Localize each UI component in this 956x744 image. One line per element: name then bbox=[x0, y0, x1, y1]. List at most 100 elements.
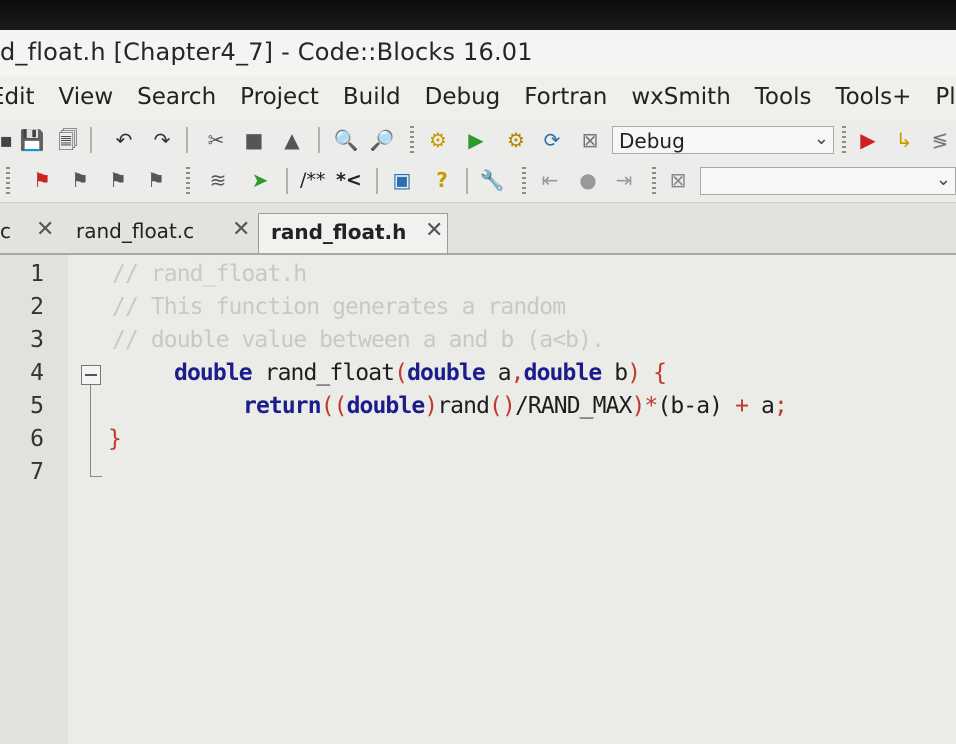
code-line-3: // double value between a and b (a<b). bbox=[112, 327, 605, 353]
menu-fortran[interactable]: Fortran bbox=[524, 84, 607, 110]
line-number: 5 bbox=[30, 393, 44, 419]
window-icon[interactable]: ▣ bbox=[390, 168, 414, 192]
code-line-5: return((double)rand()/RAND_MAX)*(b-a) + … bbox=[243, 393, 788, 419]
search-combo[interactable]: ⌄ bbox=[700, 167, 956, 195]
title-bar: d_float.h [Chapter4_7] - Code::Blocks 16… bbox=[0, 30, 956, 76]
rand-parens: () bbox=[489, 393, 516, 419]
jump-back-icon[interactable]: ⇤ bbox=[538, 168, 562, 192]
menu-tools[interactable]: Tools bbox=[755, 84, 812, 110]
menu-view[interactable]: View bbox=[59, 84, 114, 110]
close-box-icon[interactable]: ⊠ bbox=[666, 168, 690, 192]
line-number: 3 bbox=[30, 327, 44, 353]
prev-bookmark-icon[interactable]: ⚑ bbox=[68, 168, 92, 192]
toolbar-grip bbox=[522, 167, 526, 195]
keyword-double: double bbox=[407, 360, 486, 386]
next-line-icon[interactable]: ≶ bbox=[928, 128, 952, 152]
fold-margin bbox=[68, 255, 108, 744]
run-icon[interactable]: ▶ bbox=[464, 128, 488, 152]
next-bookmark-icon[interactable]: ⚑ bbox=[106, 168, 130, 192]
code-line-1: // rand_float.h bbox=[112, 261, 307, 287]
build-target-select[interactable]: Debug ⌄ bbox=[612, 126, 834, 154]
code-line-4: double rand_float(double a,double b) { bbox=[174, 360, 667, 386]
paren-open: ( bbox=[394, 360, 408, 386]
copy-icon[interactable]: ■ bbox=[242, 128, 266, 152]
clear-bookmarks-icon[interactable]: ⚑ bbox=[144, 168, 168, 192]
param-b: b bbox=[614, 360, 628, 386]
fold-guide bbox=[90, 385, 91, 477]
build-and-run-icon[interactable]: ⚙ bbox=[504, 128, 528, 152]
toolbar-separator bbox=[286, 168, 288, 194]
new-file-icon[interactable]: ▪ bbox=[0, 128, 18, 152]
menu-edit[interactable]: Edit bbox=[0, 84, 35, 110]
editor-tab-bar: c ✕ rand_float.c ✕ rand_float.h ✕ bbox=[0, 203, 956, 255]
run-to-cursor-icon[interactable]: ↳ bbox=[892, 128, 916, 152]
param-a: a bbox=[497, 360, 512, 386]
keyword-return: return bbox=[243, 393, 322, 419]
toolbar-grip bbox=[6, 167, 10, 195]
fold-collapse-icon[interactable] bbox=[81, 365, 101, 385]
rand-call: rand bbox=[437, 393, 490, 419]
compiler-stack-icon[interactable]: ≋ bbox=[206, 168, 230, 192]
function-name: rand_float bbox=[264, 360, 395, 386]
main-toolbar: ▪ 💾 🗐 ↶ ↷ ✂ ■ ▲ 🔍 🔎 ⚙ ▶ ⚙ ⟳ ⊠ Debug ⌄ ▶ … bbox=[0, 120, 956, 161]
screen-bezel bbox=[0, 0, 956, 30]
close-icon[interactable]: ✕ bbox=[425, 218, 443, 243]
cut-icon[interactable]: ✂ bbox=[204, 128, 228, 152]
close-icon[interactable]: ✕ bbox=[36, 217, 54, 242]
tab-label: rand_float.h bbox=[271, 220, 407, 244]
line-number: 2 bbox=[30, 294, 44, 320]
step-into-icon[interactable]: ➤ bbox=[248, 168, 272, 192]
secondary-toolbar: ⚑ ⚑ ⚑ ⚑ ≋ ➤ /** *< ▣ ? 🔧 ⇤ ● ⇥ ⊠ ⌄ bbox=[0, 160, 956, 203]
toolbar-grip bbox=[186, 167, 190, 195]
menu-debug[interactable]: Debug bbox=[425, 84, 501, 110]
plus-operator: + bbox=[735, 393, 749, 419]
close-icon[interactable]: ✕ bbox=[232, 217, 250, 242]
toggle-bookmark-icon[interactable]: ⚑ bbox=[30, 168, 54, 192]
tab-partial-c[interactable]: c ✕ bbox=[0, 213, 62, 253]
comma: , bbox=[510, 360, 525, 386]
help-icon[interactable]: ? bbox=[430, 168, 454, 192]
debug-start-icon[interactable]: ▶ bbox=[856, 128, 880, 152]
comment-line-button[interactable]: *< bbox=[336, 169, 362, 191]
wrench-icon[interactable]: 🔧 bbox=[480, 168, 505, 192]
replace-icon[interactable]: 🔎 bbox=[370, 128, 395, 152]
semicolon: ; bbox=[773, 393, 788, 419]
comment-block-button[interactable]: /** bbox=[300, 169, 325, 191]
menu-wxsmith[interactable]: wxSmith bbox=[631, 84, 730, 110]
toolbar-separator bbox=[376, 168, 378, 194]
jump-forward-icon[interactable]: ⇥ bbox=[612, 168, 636, 192]
abort-icon[interactable]: ⊠ bbox=[578, 128, 602, 152]
redo-icon[interactable]: ↷ bbox=[150, 128, 174, 152]
menu-plugins[interactable]: Plug bbox=[935, 84, 956, 110]
menu-search[interactable]: Search bbox=[137, 84, 216, 110]
tab-label: rand_float.c bbox=[76, 219, 195, 243]
line-number-gutter: 1 2 3 4 5 6 7 bbox=[0, 255, 68, 744]
build-target-value: Debug bbox=[619, 129, 685, 153]
double-paren-open: (( bbox=[320, 393, 348, 419]
toolbar-grip bbox=[842, 126, 846, 154]
paste-icon[interactable]: ▲ bbox=[280, 128, 304, 152]
window-title: d_float.h [Chapter4_7] - Code::Blocks 16… bbox=[0, 38, 533, 66]
toolbar-grip bbox=[652, 167, 656, 195]
tab-label: c bbox=[0, 219, 11, 243]
menu-project[interactable]: Project bbox=[240, 84, 319, 110]
undo-icon[interactable]: ↶ bbox=[112, 128, 136, 152]
menu-build[interactable]: Build bbox=[343, 84, 401, 110]
menu-tools-plus[interactable]: Tools+ bbox=[835, 84, 911, 110]
find-icon[interactable]: 🔍 bbox=[334, 128, 359, 152]
save-all-icon[interactable]: 🗐 bbox=[56, 128, 80, 152]
code-editor[interactable]: 1 2 3 4 5 6 7 // rand_float.h // This fu… bbox=[0, 255, 956, 744]
rebuild-icon[interactable]: ⟳ bbox=[540, 128, 564, 152]
tab-rand-float-c[interactable]: rand_float.c ✕ bbox=[66, 213, 256, 253]
param-a: a bbox=[760, 393, 775, 419]
line-number: 7 bbox=[30, 459, 44, 485]
toolbar-separator bbox=[466, 168, 468, 194]
jump-dot-icon[interactable]: ● bbox=[576, 168, 600, 192]
brace-open: { bbox=[653, 360, 667, 386]
tab-rand-float-h[interactable]: rand_float.h ✕ bbox=[258, 213, 448, 253]
save-icon[interactable]: 💾 bbox=[20, 128, 45, 152]
code-line-2: // This function generates a random bbox=[112, 294, 566, 320]
paren-close: ) bbox=[627, 360, 641, 386]
keyword-double: double bbox=[523, 360, 603, 386]
build-gear-icon[interactable]: ⚙ bbox=[426, 128, 450, 152]
